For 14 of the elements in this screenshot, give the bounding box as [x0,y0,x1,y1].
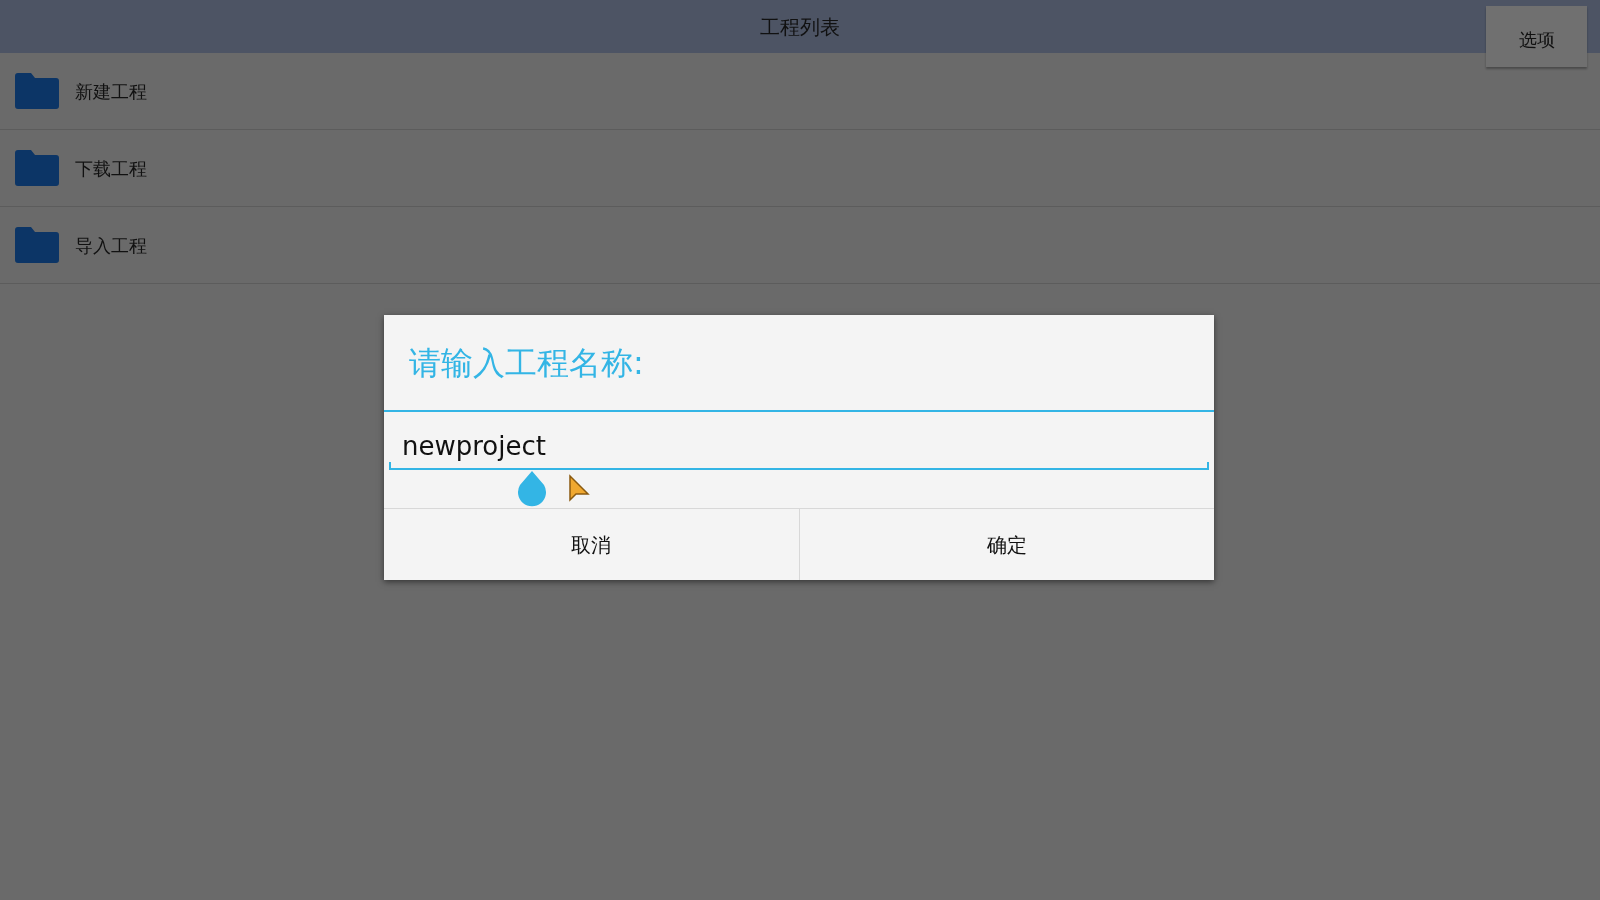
dialog-button[interactable]: 取消 [384,509,799,580]
dialog-title: 请输入工程名称: [409,342,644,384]
screen-title: 工程列表 [760,13,840,41]
options-button[interactable]: 选项 [1486,6,1587,67]
text-handle-icon[interactable] [516,471,548,509]
folder-icon [15,150,59,186]
folder-icon [15,73,59,109]
folder-icon [15,227,59,263]
pointer-cursor-icon [568,474,590,504]
input-field[interactable]: newproject [389,430,1209,470]
dialog-button[interactable]: 确定 [798,509,1214,580]
list-item[interactable]: 新建工程 [0,53,1600,130]
list-item[interactable]: 导入工程 [0,207,1600,284]
list-item[interactable]: 下载工程 [0,130,1600,207]
